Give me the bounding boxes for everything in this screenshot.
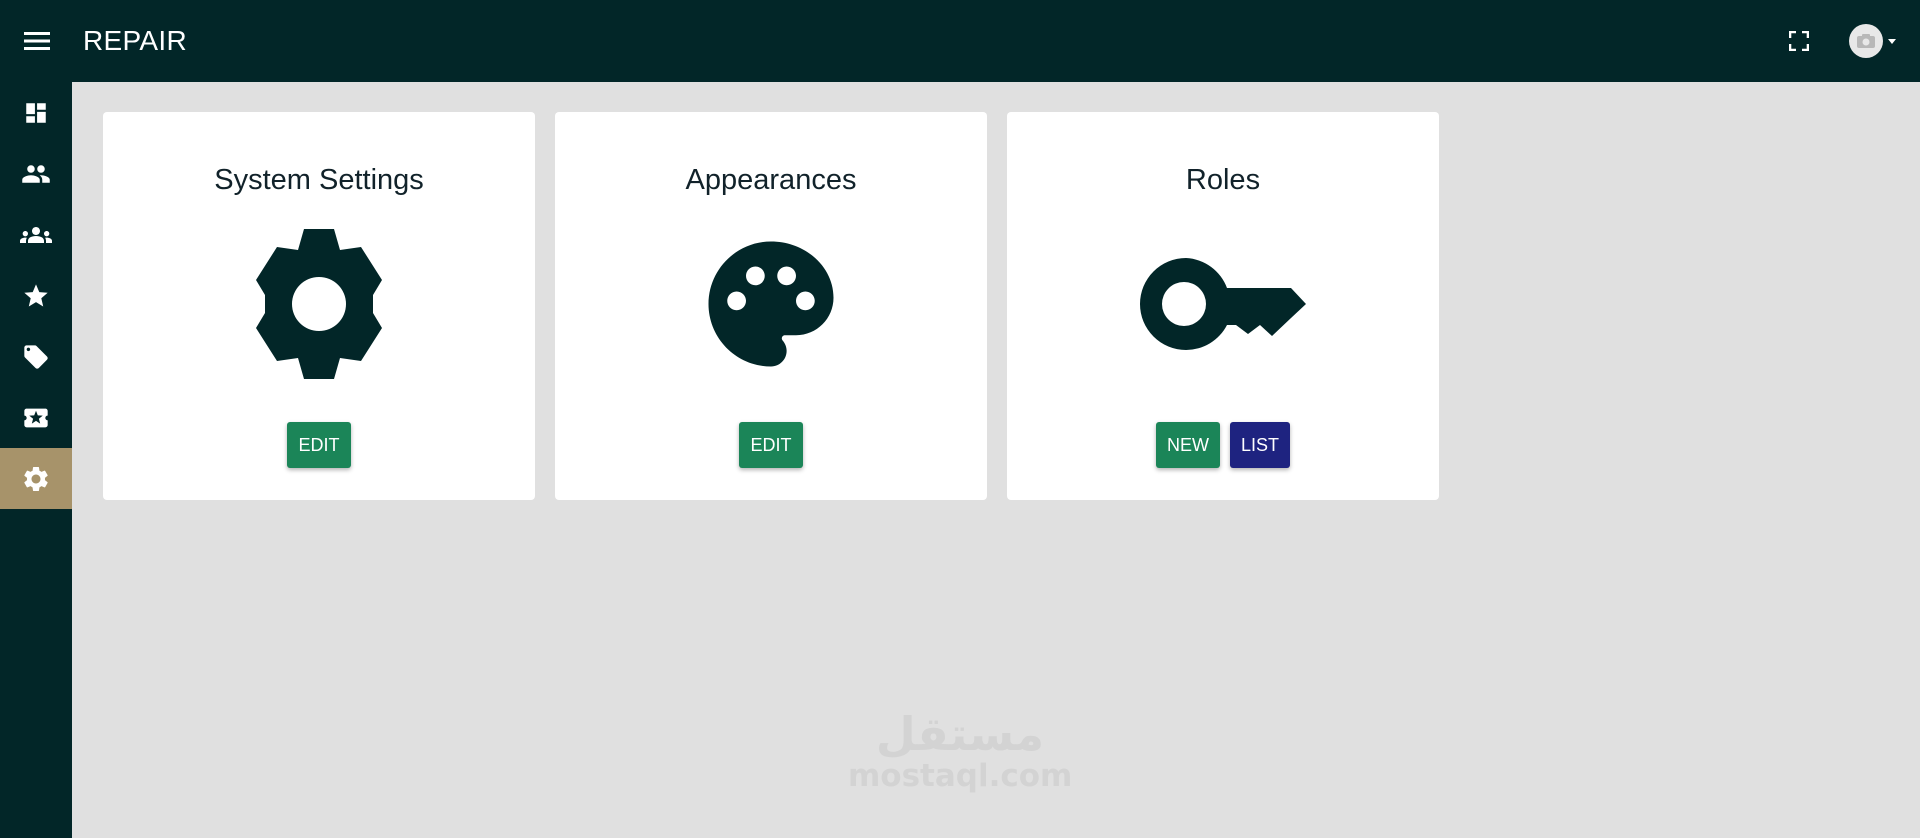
settings-gear-icon: [24, 466, 48, 491]
key-icon: [1140, 258, 1306, 350]
sidebar: [0, 82, 72, 838]
card-actions: EDIT: [555, 422, 987, 468]
tag-icon: [24, 344, 48, 369]
sidebar-item-users[interactable]: [0, 143, 72, 204]
edit-system-settings-button[interactable]: EDIT: [287, 422, 351, 468]
chevron-down-icon: [1888, 38, 1896, 44]
fullscreen-button[interactable]: [1779, 21, 1819, 61]
sidebar-item-tags[interactable]: [0, 326, 72, 387]
ticket-star-icon: [24, 408, 48, 427]
watermark: مستقل mostaql.com: [848, 708, 1072, 792]
sidebar-item-tickets[interactable]: [0, 387, 72, 448]
new-role-button[interactable]: NEW: [1155, 422, 1220, 468]
groups-icon: [20, 226, 52, 243]
app-title: REPAIR: [83, 25, 187, 56]
star-icon: [24, 283, 48, 306]
user-avatar-icon: [1857, 34, 1875, 48]
fullscreen-icon: [1789, 31, 1809, 51]
watermark-arabic: مستقل: [875, 707, 1045, 761]
menu-icon: [24, 32, 50, 50]
palette-icon: [708, 241, 834, 367]
card-icon-wrap: [103, 224, 535, 384]
card-title: Roles: [1185, 164, 1261, 196]
card-appearances: Appearances EDIT: [555, 112, 987, 500]
sidebar-item-settings[interactable]: [0, 448, 72, 509]
card-actions: NEW LIST: [1007, 422, 1439, 468]
gear-icon: [256, 229, 382, 379]
card-actions: EDIT: [103, 422, 535, 468]
sidebar-item-favorites[interactable]: [0, 265, 72, 326]
card-roles: Roles NEW LIST: [1007, 112, 1439, 500]
watermark-latin: mostaql.com: [848, 758, 1073, 794]
list-roles-button[interactable]: LIST: [1229, 422, 1290, 468]
sidebar-item-dashboard[interactable]: [0, 82, 72, 143]
user-menu[interactable]: [1849, 24, 1896, 58]
sidebar-item-groups[interactable]: [0, 204, 72, 265]
dashboard-icon: [26, 102, 46, 123]
card-title: System Settings: [214, 164, 424, 196]
card-title: Appearances: [685, 164, 857, 196]
menu-button[interactable]: [0, 0, 74, 82]
card-system-settings: System Settings EDIT: [103, 112, 535, 500]
top-app-bar: REPAIR: [0, 0, 1920, 82]
people-icon: [22, 164, 50, 183]
edit-appearances-button[interactable]: EDIT: [739, 422, 803, 468]
card-icon-wrap: [1007, 224, 1439, 384]
avatar[interactable]: [1849, 24, 1883, 58]
card-icon-wrap: [555, 224, 987, 384]
